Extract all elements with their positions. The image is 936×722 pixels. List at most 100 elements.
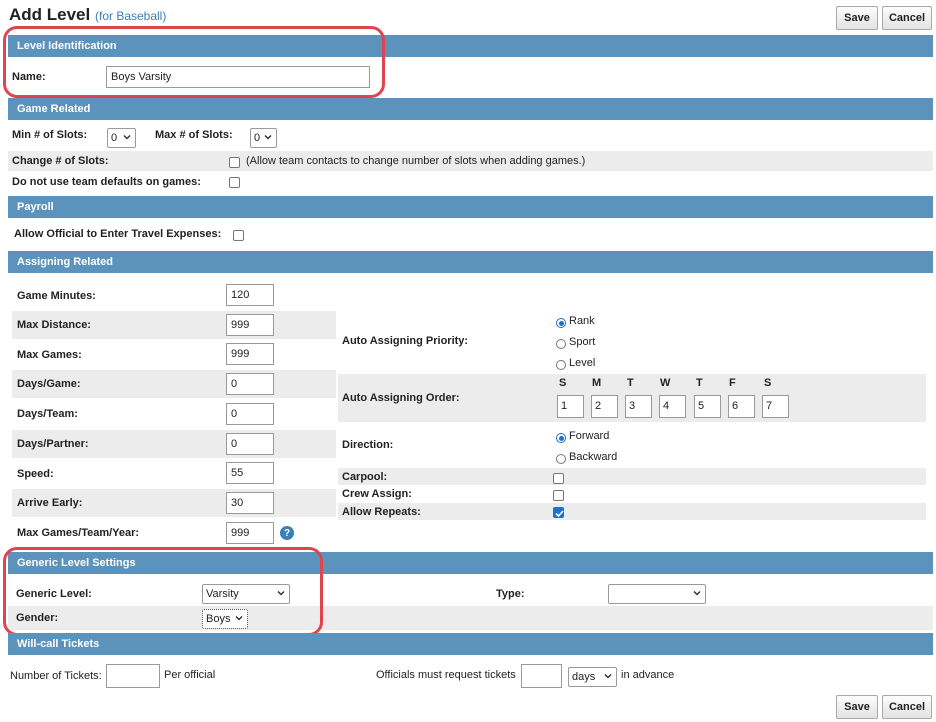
days-team-label: Days/Team: [17, 408, 78, 420]
generic-level-value: Varsity [206, 588, 239, 600]
order-day-sun: S [559, 377, 567, 389]
section-assigning-related: Assigning Related [8, 251, 933, 273]
allow-repeats-checkbox[interactable] [553, 507, 564, 518]
order-input-thu[interactable]: 5 [694, 395, 721, 418]
priority-rank-radio[interactable] [556, 318, 566, 328]
priority-sport-radio[interactable] [556, 339, 566, 349]
speed-label: Speed: [17, 468, 54, 480]
gender-select[interactable]: Boys [202, 609, 248, 629]
max-games-label: Max Games: [17, 349, 82, 361]
gender-value: Boys [206, 613, 231, 625]
priority-label: Auto Assigning Priority: [342, 335, 469, 347]
cancel-button-top[interactable]: Cancel [882, 6, 932, 30]
order-day-fri: F [729, 377, 736, 389]
order-day-thu: T [696, 377, 703, 389]
speed-input[interactable] [226, 462, 274, 484]
order-input-sat[interactable]: 7 [762, 395, 789, 418]
order-input-wed[interactable]: 4 [659, 395, 686, 418]
game-minutes-input[interactable] [226, 284, 274, 306]
max-slots-select[interactable]: 0 [250, 128, 277, 148]
order-label: Auto Assigning Order: [342, 392, 460, 404]
order-day-mon: M [592, 377, 602, 389]
arrive-early-label: Arrive Early: [17, 497, 83, 509]
save-button-top[interactable]: Save [836, 6, 878, 30]
max-games-input[interactable] [226, 343, 274, 365]
sport-subtitle[interactable]: (for Baseball) [95, 9, 166, 23]
gender-label: Gender: [16, 612, 59, 624]
help-icon[interactable]: ? [280, 526, 294, 540]
chevron-down-icon [604, 674, 612, 679]
max-distance-label: Max Distance: [17, 319, 91, 331]
section-will-call-tickets: Will-call Tickets [8, 633, 933, 655]
order-input-sun[interactable]: 1 [557, 395, 584, 418]
request-days-input[interactable] [521, 664, 562, 688]
number-of-tickets-input[interactable] [106, 664, 160, 688]
per-official-text: Per official [164, 669, 216, 681]
direction-forward-radio[interactable] [556, 433, 566, 443]
game-minutes-label: Game Minutes: [17, 290, 96, 302]
order-input-mon[interactable]: 2 [591, 395, 618, 418]
carpool-label: Carpool: [342, 471, 388, 483]
max-games-team-year-input[interactable] [226, 522, 274, 544]
max-distance-input[interactable] [226, 314, 274, 336]
chevron-down-icon [693, 591, 701, 596]
in-advance-text: in advance [621, 669, 675, 681]
days-game-label: Days/Game: [17, 378, 81, 390]
type-label: Type: [496, 588, 525, 600]
days-game-input[interactable] [226, 373, 274, 395]
direction-forward-label: Forward [569, 430, 610, 442]
max-games-team-year-label: Max Games/Team/Year: [17, 527, 140, 539]
cancel-button-bottom[interactable]: Cancel [882, 695, 932, 719]
chevron-down-icon [277, 591, 285, 596]
save-button-bottom[interactable]: Save [836, 695, 878, 719]
section-level-identification: Level Identification [8, 35, 933, 57]
max-slots-value: 0 [254, 132, 261, 144]
request-unit-select[interactable]: days [568, 667, 617, 687]
carpool-row [338, 468, 926, 485]
section-game-related: Game Related [8, 98, 933, 120]
priority-sport-label: Sport [569, 336, 596, 348]
chevron-down-icon [123, 135, 131, 140]
travel-expenses-label: Allow Official to Enter Travel Expenses: [14, 228, 222, 240]
name-input[interactable] [106, 66, 370, 88]
chevron-down-icon [235, 616, 243, 621]
section-payroll: Payroll [8, 196, 933, 218]
direction-backward-label: Backward [569, 451, 618, 463]
page-title: Add Level (for Baseball) [9, 5, 166, 25]
min-slots-select[interactable]: 0 [107, 128, 136, 148]
carpool-checkbox[interactable] [553, 473, 564, 484]
allow-repeats-label: Allow Repeats: [342, 506, 421, 518]
days-partner-label: Days/Partner: [17, 438, 89, 450]
change-slots-checkbox[interactable] [229, 157, 240, 168]
priority-level-radio[interactable] [556, 360, 566, 370]
direction-backward-radio[interactable] [556, 454, 566, 464]
checkmark-icon [555, 510, 564, 518]
section-generic-level-settings: Generic Level Settings [8, 552, 933, 574]
days-team-input[interactable] [226, 403, 274, 425]
order-day-sat: S [764, 377, 772, 389]
page-title-text: Add Level [9, 5, 91, 24]
type-select[interactable] [608, 584, 706, 604]
must-request-label: Officials must request tickets [376, 669, 516, 681]
max-slots-label: Max # of Slots: [155, 129, 233, 141]
name-label: Name: [12, 71, 46, 83]
gender-row [8, 606, 933, 630]
days-partner-input[interactable] [226, 433, 274, 455]
no-team-defaults-label: Do not use team defaults on games: [12, 176, 201, 188]
priority-level-label: Level [569, 357, 596, 369]
min-slots-label: Min # of Slots: [12, 129, 88, 141]
no-team-defaults-checkbox[interactable] [229, 177, 240, 188]
allow-repeats-row [338, 503, 926, 520]
generic-level-select[interactable]: Varsity [202, 584, 290, 604]
travel-expenses-checkbox[interactable] [233, 230, 244, 241]
order-day-wed: W [660, 377, 671, 389]
arrive-early-input[interactable] [226, 492, 274, 514]
crew-assign-checkbox[interactable] [553, 490, 564, 501]
min-slots-value: 0 [111, 132, 118, 144]
generic-level-label: Generic Level: [16, 588, 92, 600]
request-unit-value: days [572, 671, 596, 683]
order-input-tue[interactable]: 3 [625, 395, 652, 418]
crew-assign-label: Crew Assign: [342, 488, 412, 500]
change-slots-label: Change # of Slots: [12, 155, 109, 167]
order-input-fri[interactable]: 6 [728, 395, 755, 418]
